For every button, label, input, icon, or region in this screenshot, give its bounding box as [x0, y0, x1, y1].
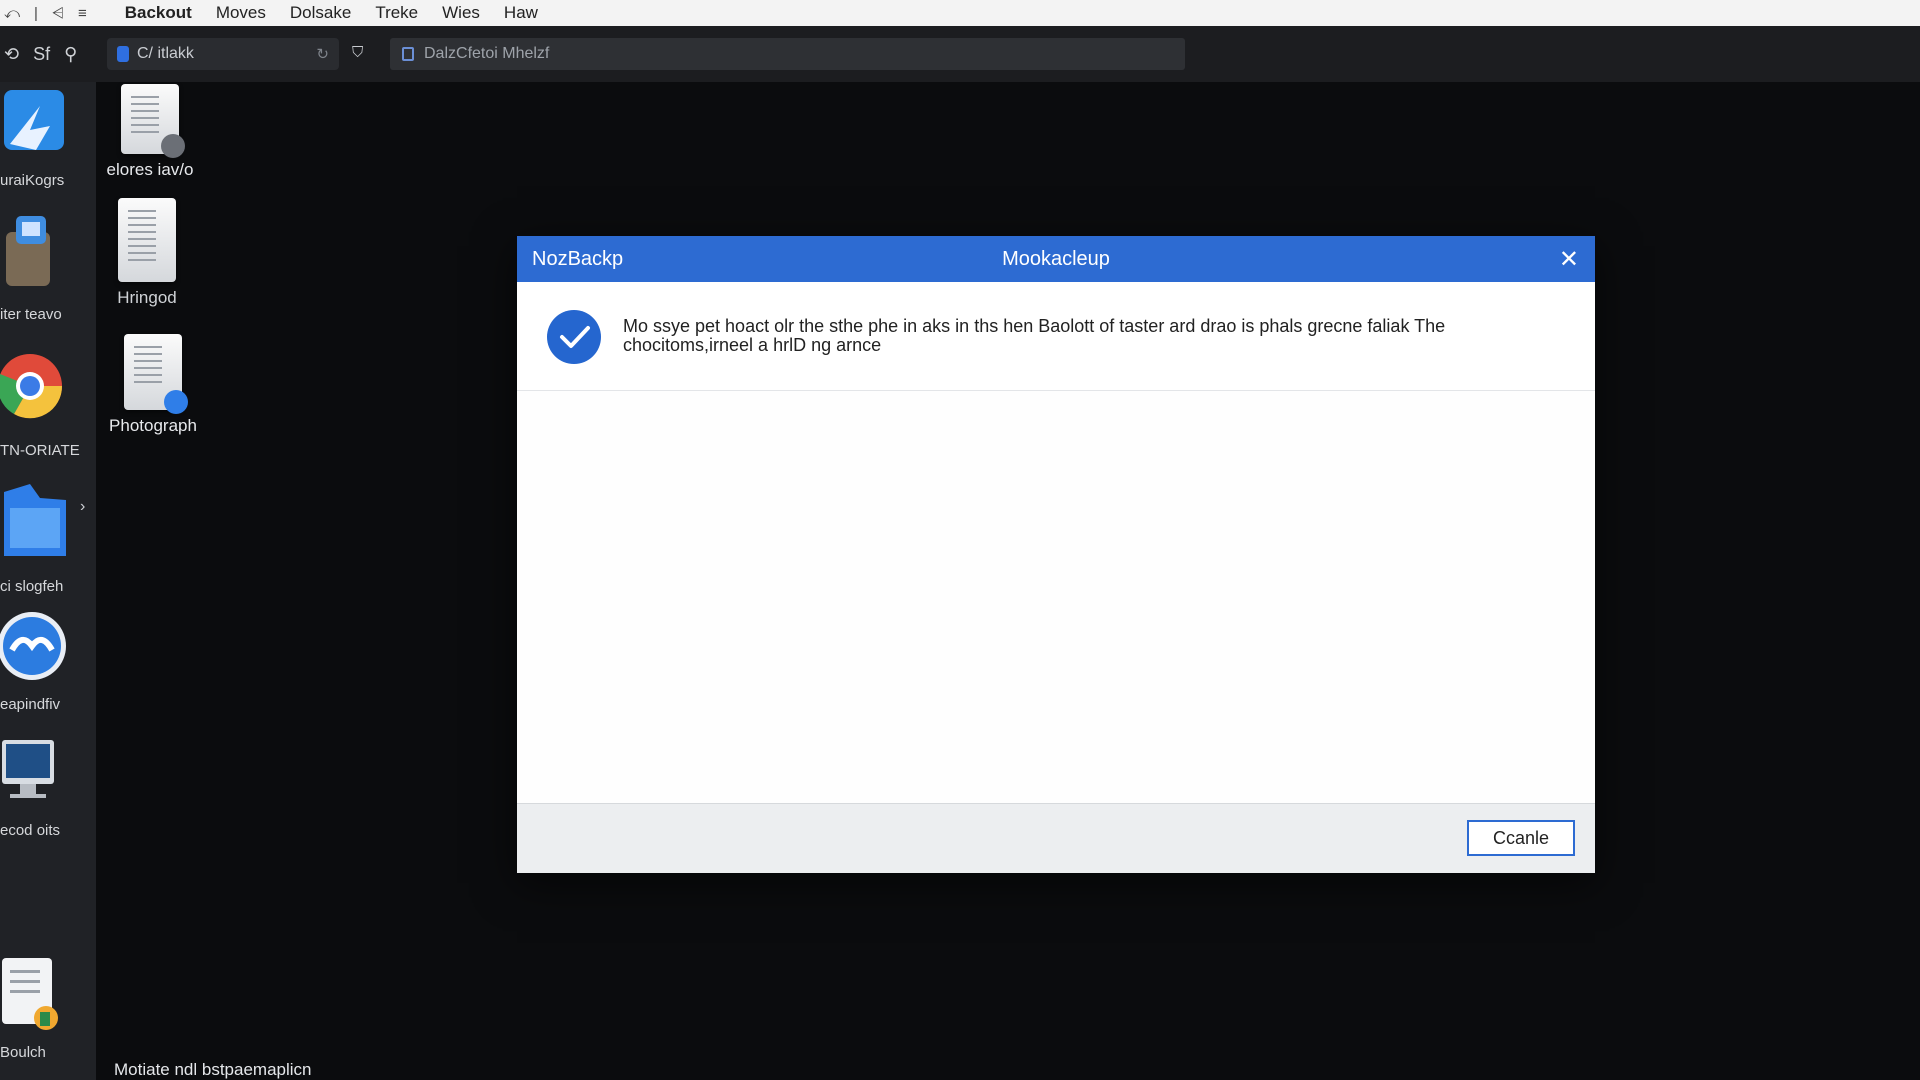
photo-document-icon [124, 334, 188, 414]
desktop-icon-label: Photograph [109, 416, 197, 435]
tab-reload-icon[interactable]: ↻ [316, 45, 329, 63]
menu-app[interactable]: Backout [113, 3, 204, 23]
browser-tab[interactable]: C/ itlakk ↻ [107, 38, 339, 70]
menu-dolsake[interactable]: Dolsake [278, 3, 363, 23]
dock-label: eapindfiv [0, 696, 61, 713]
desktop-icon-label: elores iav/o [106, 160, 194, 179]
refresh-icon[interactable]: ⟲ [4, 44, 19, 65]
dock-item-trash[interactable]: iter teavo [0, 212, 96, 323]
dock: uraiKogrs iter teavo TN-ORIATE › ci slog… [0, 82, 96, 1080]
tab-favicon-icon [117, 46, 129, 62]
menu-list: Backout Moves Dolsake Treke Wies Haw [113, 3, 550, 23]
dialog-message-row: Mo ssye pet hoact olr the sthe phe in ak… [517, 282, 1595, 391]
dock-label: ci slogfeh [0, 578, 64, 595]
checkmark-icon [547, 310, 601, 364]
separator: | [34, 4, 38, 22]
toolbar-sf-button[interactable]: Sf [33, 44, 50, 65]
dock-item-finder[interactable]: uraiKogrs [0, 86, 96, 189]
menu-haw[interactable]: Haw [492, 3, 550, 23]
desktop-icon-hringod[interactable]: Hringod [87, 198, 207, 308]
monitor-icon [2, 740, 54, 798]
chrome-icon [0, 354, 63, 419]
document-icon [2, 958, 58, 1030]
site-info-icon[interactable] [402, 47, 414, 61]
menu-bar: ⤺ | ⩤ ≡ Backout Moves Dolsake Treke Wies… [0, 0, 1920, 26]
backup-dialog: Mookacleup NozBackp ✕ Mo ssye pet hoact … [517, 236, 1595, 873]
cancel-button[interactable]: Ccanle [1467, 820, 1575, 856]
dialog-titlebar[interactable]: Mookacleup NozBackp ✕ [517, 236, 1595, 282]
tab-title: C/ itlakk [137, 45, 194, 62]
window-controls: ⤺ | ⩤ ≡ [0, 5, 87, 22]
menu-treke[interactable]: Treke [363, 3, 430, 23]
browser-toolbar: ⟲ Sf ⚲ C/ itlakk ↻ ⛉ DalzCfetoi Mhelzf [0, 26, 1920, 82]
desktop-icon-elores[interactable]: elores iav/o [90, 84, 210, 180]
finder-icon [4, 90, 64, 150]
trash-icon [6, 216, 50, 286]
dialog-body [517, 391, 1595, 804]
toolbar-nav: ⟲ Sf ⚲ [0, 44, 106, 65]
dock-label: ecod oits [0, 822, 61, 839]
desktop-icon-photograph[interactable]: Photograph [93, 334, 213, 436]
dock-label: iter teavo [0, 306, 62, 323]
dock-label: Boulch [0, 1044, 46, 1061]
menu-moves[interactable]: Moves [204, 3, 278, 23]
desktop-icon-label: Hringod [117, 288, 177, 307]
dock-item-chrome[interactable]: TN-ORIATE [0, 344, 96, 459]
menu-wies[interactable]: Wies [430, 3, 492, 23]
shield-icon[interactable]: ⛉ [352, 44, 363, 61]
dock-label: uraiKogrs [0, 172, 65, 189]
desktop-status-text: Motiate ndl bstpaemaplicn [114, 1060, 312, 1079]
pin-icon[interactable]: ⚲ [64, 44, 77, 65]
dialog-app-name: NozBackp [532, 248, 624, 270]
dialog-title: Mookacleup [1002, 248, 1110, 270]
address-bar[interactable]: DalzCfetoi Mhelzf [390, 38, 1185, 70]
dock-item-folder[interactable]: ci slogfeh [0, 478, 96, 595]
dock-item-document[interactable]: Boulch [0, 952, 96, 1061]
hamburger-menu-icon[interactable]: ≡ [78, 5, 87, 22]
share-icon[interactable]: ⩤ [52, 5, 64, 22]
folder-icon [4, 484, 66, 556]
cloud-app-icon [0, 612, 66, 680]
back-icon[interactable]: ⤺ [4, 5, 20, 22]
address-text: DalzCfetoi Mhelzf [424, 45, 550, 62]
dialog-message: Mo ssye pet hoact olr the sthe phe in ak… [623, 316, 1446, 355]
server-icon [118, 198, 176, 282]
close-icon[interactable]: ✕ [1559, 245, 1579, 274]
document-icon [121, 84, 185, 158]
dock-label: TN-ORIATE [0, 442, 80, 459]
dock-item-cloud[interactable]: eapindfiv [0, 606, 96, 713]
dialog-footer: Ccanle [517, 803, 1595, 873]
dock-item-monitor[interactable]: ecod oits [0, 734, 96, 839]
